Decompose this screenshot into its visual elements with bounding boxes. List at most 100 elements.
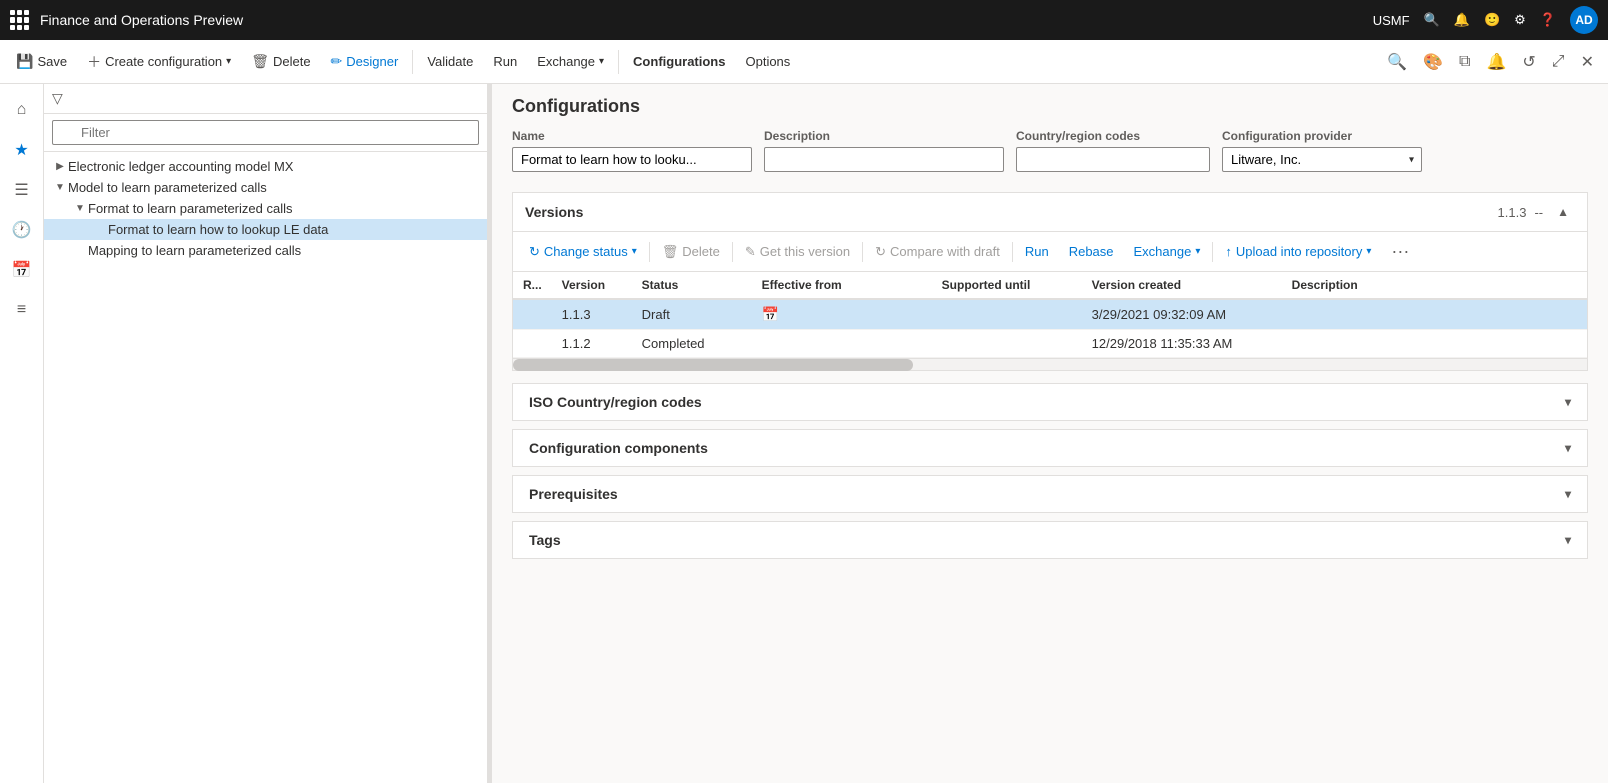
designer-button[interactable]: ✏ Designer <box>323 49 407 74</box>
smile-icon[interactable]: 🙂 <box>1484 12 1500 28</box>
get-this-version-button[interactable]: ✎ Get this version <box>737 241 858 263</box>
config-form-row: Name Description Country/region codes Co… <box>512 129 1588 172</box>
search-icon-top[interactable]: 🔍 <box>1424 12 1440 28</box>
sidebar-home-icon[interactable]: ⌂ <box>4 92 40 128</box>
description-input[interactable] <box>764 147 1004 172</box>
versions-delete-icon: 🗑 <box>662 244 679 260</box>
avatar[interactable]: AD <box>1570 6 1598 34</box>
refresh-icon[interactable]: ↺ <box>1516 48 1541 76</box>
toolbar-separator-2 <box>618 50 619 74</box>
prerequisites-section: Prerequisites ▾ <box>512 475 1588 513</box>
prerequisites-header[interactable]: Prerequisites ▾ <box>513 476 1587 512</box>
bell-icon[interactable]: 🔔 <box>1454 12 1470 28</box>
versions-title: Versions <box>525 204 583 220</box>
expander-model-learn[interactable]: ▼ <box>52 182 68 193</box>
country-input[interactable] <box>1016 147 1210 172</box>
plus-icon: ＋ <box>87 52 101 72</box>
versions-run-button[interactable]: Run <box>1017 241 1057 262</box>
filter-input[interactable] <box>52 120 479 145</box>
config-components-section: Configuration components ▾ <box>512 429 1588 467</box>
run-button[interactable]: Run <box>485 50 525 73</box>
expander-mapping-learn[interactable] <box>72 245 88 256</box>
tree-panel: ▽ 🔍 ▶ Electronic ledger accounting model… <box>44 84 488 783</box>
exchange-label: Exchange <box>537 54 595 69</box>
notification-icon-toolbar[interactable]: 🔔 <box>1480 48 1512 76</box>
main-layout: ⌂ ★ ☰ 🕐 📅 ≡ ▽ 🔍 ▶ Electronic ledger acco… <box>0 84 1608 783</box>
options-label: Options <box>745 54 790 69</box>
search-button-toolbar[interactable]: 🔍 <box>1381 48 1413 76</box>
more-options-button[interactable]: ··· <box>1383 238 1417 265</box>
delete-button[interactable]: 🗑 Delete <box>243 49 318 74</box>
table-row[interactable]: 1.1.2 Completed 12/29/2018 11:35:33 AM <box>513 330 1587 358</box>
color-palette-icon[interactable]: 🎨 <box>1417 48 1449 76</box>
expander-electronic-ledger[interactable]: ▶ <box>52 161 68 172</box>
save-button[interactable]: 💾 Save <box>8 49 75 74</box>
cell-r-2 <box>513 330 552 358</box>
versions-header: Versions 1.1.3 -- ▲ <box>513 193 1587 232</box>
tags-section: Tags ▾ <box>512 521 1588 559</box>
table-row[interactable]: 1.1.3 Draft 📅 3/29/2021 09:32:09 AM <box>513 299 1587 330</box>
compare-draft-button[interactable]: ↻ Compare with draft <box>867 241 1008 263</box>
config-components-title: Configuration components <box>529 440 708 456</box>
create-config-label: Create configuration <box>105 54 222 69</box>
expand-icon[interactable]: ⤢ <box>1546 49 1571 75</box>
cell-status-1: Draft <box>632 299 752 330</box>
split-view-icon[interactable]: ⧉ <box>1453 49 1476 75</box>
options-button[interactable]: Options <box>737 50 798 73</box>
page-title: Configurations <box>512 96 1588 117</box>
country-field: Country/region codes <box>1016 129 1210 172</box>
create-configuration-button[interactable]: ＋ Create configuration ▾ <box>79 48 239 76</box>
change-status-button[interactable]: ↻ Change status ▾ <box>521 241 645 263</box>
validate-button[interactable]: Validate <box>419 50 481 73</box>
versions-exchange-button[interactable]: Exchange ▾ <box>1126 241 1209 262</box>
tree-item-label-mapping-learn: Mapping to learn parameterized calls <box>88 243 479 258</box>
config-components-header[interactable]: Configuration components ▾ <box>513 430 1587 466</box>
rebase-button[interactable]: Rebase <box>1061 241 1122 262</box>
versions-delete-button[interactable]: 🗑 Delete <box>654 241 728 263</box>
sidebar-menu-icon[interactable]: ☰ <box>4 172 40 208</box>
top-bar-right: USMF 🔍 🔔 🙂 ⚙ ❓ AD <box>1373 6 1598 34</box>
tree-item-electronic-ledger[interactable]: ▶ Electronic ledger accounting model MX <box>44 156 487 177</box>
versions-collapse-btn[interactable]: ▲ <box>1551 201 1575 223</box>
tree-item-model-learn[interactable]: ▼ Model to learn parameterized calls <box>44 177 487 198</box>
name-input[interactable] <box>512 147 752 172</box>
help-icon[interactable]: ❓ <box>1540 12 1556 28</box>
sidebar-list-icon[interactable]: ≡ <box>4 292 40 328</box>
expander-format-learn[interactable]: ▼ <box>72 203 88 214</box>
ver-sep-1 <box>649 242 650 262</box>
horizontal-scrollbar[interactable] <box>513 358 1587 370</box>
cell-desc-2 <box>1282 330 1587 358</box>
iso-country-header[interactable]: ISO Country/region codes ▾ <box>513 384 1587 420</box>
gear-icon-top[interactable]: ⚙ <box>1514 12 1526 28</box>
apps-grid-icon[interactable] <box>10 10 30 30</box>
expander-format-lookup[interactable] <box>92 224 108 235</box>
col-header-supported: Supported until <box>932 272 1082 299</box>
col-header-status: Status <box>632 272 752 299</box>
exchange-button[interactable]: Exchange ▾ <box>529 50 612 73</box>
tree-item-mapping-learn[interactable]: Mapping to learn parameterized calls <box>44 240 487 261</box>
exchange-chevron-ver: ▾ <box>1195 246 1200 257</box>
tree-item-format-learn[interactable]: ▼ Format to learn parameterized calls <box>44 198 487 219</box>
sidebar-calendar-icon[interactable]: 📅 <box>4 252 40 288</box>
provider-field: Configuration provider Litware, Inc. ▾ <box>1222 129 1422 172</box>
toolbar-separator-1 <box>412 50 413 74</box>
cell-effective-1: 📅 <box>752 299 932 330</box>
sidebar-clock-icon[interactable]: 🕐 <box>4 212 40 248</box>
col-header-r: R... <box>513 272 552 299</box>
tags-header[interactable]: Tags ▾ <box>513 522 1587 558</box>
delete-icon: 🗑 <box>251 53 269 70</box>
prerequisites-title: Prerequisites <box>529 486 618 502</box>
versions-table-wrap: R... Version Status Effective from Suppo… <box>513 272 1587 358</box>
ver-sep-5 <box>1212 242 1213 262</box>
provider-select[interactable]: Litware, Inc. <box>1222 147 1422 172</box>
sidebar-star-icon[interactable]: ★ <box>4 132 40 168</box>
configurations-button[interactable]: Configurations <box>625 50 733 73</box>
name-field: Name <box>512 129 752 172</box>
save-icon: 💾 <box>16 53 33 70</box>
close-icon[interactable]: ✕ <box>1575 48 1600 76</box>
filter-icon-button[interactable]: ▽ <box>48 86 67 111</box>
calendar-icon-1[interactable]: 📅 <box>762 306 779 322</box>
tree-item-format-lookup[interactable]: Format to learn how to lookup LE data <box>44 219 487 240</box>
scrollbar-thumb[interactable] <box>513 359 913 371</box>
upload-repository-button[interactable]: ↑ Upload into repository ▾ <box>1217 241 1379 262</box>
